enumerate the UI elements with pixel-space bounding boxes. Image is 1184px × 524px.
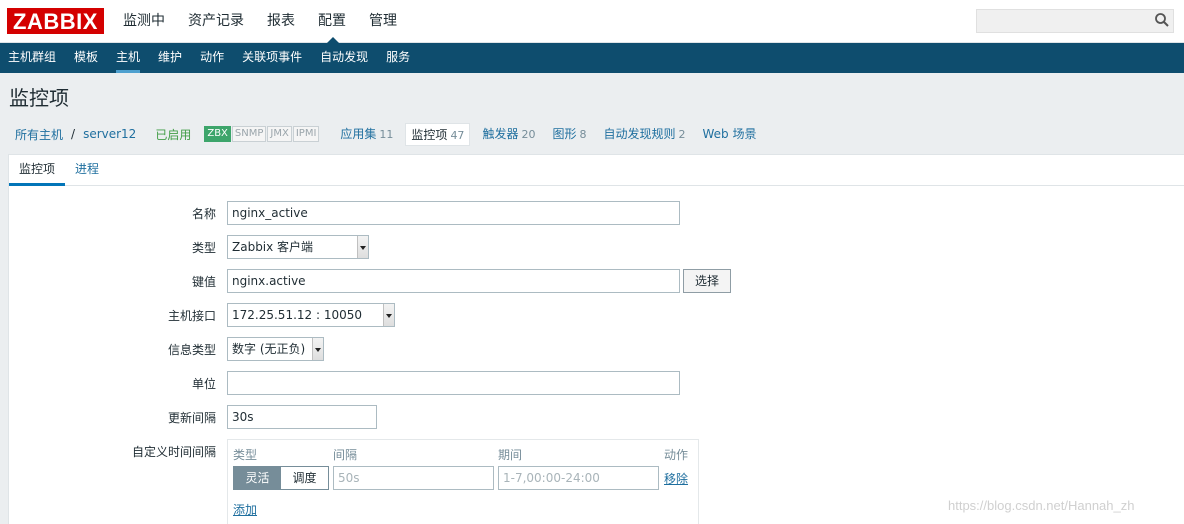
top-menu-inventory[interactable]: 资产记录 [177,0,256,43]
custom-interval-input[interactable]: 50s [333,466,494,490]
info-type-label: 信息类型 [167,343,216,357]
sub-menu-templates[interactable]: 模板 [66,43,108,73]
item-form: 监控项 进程 名称 nginx_active 类型 Zabbix 客户端 键值 … [8,154,1184,524]
col-interval-header: 间隔 [333,448,358,462]
form-tab-preprocessing[interactable]: 进程 [65,155,109,185]
row-name: 名称 nginx_active [9,201,1184,225]
row-interval: 更新间隔 30s [9,405,1184,429]
remove-link[interactable]: 移除 [664,470,688,487]
breadcrumb: 所有主机 / server12 已启用 ZBX SNMP JMX IPMI 应用… [0,119,1184,149]
top-bar: ZABBIX 监测中 资产记录 报表 配置 管理 [0,0,1184,44]
name-label: 名称 [191,207,216,221]
ipmi-badge: IPMI [292,126,320,142]
sub-menu: 主机群组 模板 主机 维护 动作 关联项事件 自动发现 服务 [0,43,1184,73]
add-link[interactable]: 添加 [233,501,257,518]
form-tab-item[interactable]: 监控项 [9,155,66,186]
search-input[interactable] [976,9,1174,33]
interval-label: 更新间隔 [167,411,216,425]
jmx-badge: JMX [267,126,292,142]
tab-graphs[interactable]: 图形 8 [547,123,591,146]
type-label: 类型 [191,241,216,255]
breadcrumb-host[interactable]: server12 [83,127,136,141]
sub-menu-hosts[interactable]: 主机 [108,43,150,73]
col-type-header: 类型 [233,448,258,462]
row-units: 单位 [9,371,1184,395]
key-input[interactable]: nginx.active [227,269,680,293]
name-input[interactable]: nginx_active [227,201,680,225]
tab-web-scenarios[interactable]: Web 场景 [697,123,761,146]
host-status[interactable]: 已启用 [155,126,191,143]
top-menu-administration[interactable]: 管理 [358,0,409,43]
tab-applications[interactable]: 应用集 11 [335,123,398,146]
snmp-badge: SNMP [231,126,267,142]
flexible-option[interactable]: 灵活 [234,467,281,489]
units-label: 单位 [191,377,216,391]
row-interface: 主机接口 172.25.51.12 : 10050 [9,303,1184,327]
top-menu: 监测中 资产记录 报表 配置 管理 [112,0,409,44]
chevron-down-icon [383,304,394,326]
units-input[interactable] [227,371,680,395]
sub-menu-actions[interactable]: 动作 [192,43,234,73]
row-info-type: 信息类型 数字 (无正负) [9,337,1184,361]
interval-type-toggle: 灵活 调度 [233,466,329,490]
select-key-button[interactable]: 选择 [683,269,731,293]
col-period-header: 期间 [498,448,523,462]
watermark: https://blog.csdn.net/Hannah_zh [948,498,1135,513]
sub-menu-services[interactable]: 服务 [378,43,420,73]
row-type: 类型 Zabbix 客户端 [9,235,1184,259]
chevron-down-icon [357,236,368,258]
sub-menu-event-correlation[interactable]: 关联项事件 [234,43,312,73]
top-menu-reports[interactable]: 报表 [256,0,307,43]
search-icon[interactable] [1154,12,1170,28]
scheduling-option[interactable]: 调度 [281,467,328,489]
custom-intervals-table: 类型 间隔 期间 动作 灵活 调度 50s 1-7,00:00-24:00 移除… [227,439,699,524]
tab-triggers[interactable]: 触发器 20 [477,123,540,146]
interface-label: 主机接口 [167,309,216,323]
form-tabs: 监控项 进程 [9,155,1184,186]
interval-input[interactable]: 30s [227,405,377,429]
info-type-select[interactable]: 数字 (无正负) [227,337,324,361]
page-title: 监控项 [9,86,69,110]
sub-menu-host-groups[interactable]: 主机群组 [0,43,66,73]
chevron-down-icon [312,338,323,360]
zabbix-logo[interactable]: ZABBIX [7,8,104,34]
breadcrumb-all-hosts[interactable]: 所有主机 [15,126,63,143]
custom-period-input[interactable]: 1-7,00:00-24:00 [498,466,659,490]
col-action-header: 动作 [664,448,689,462]
custom-intervals-label: 自定义时间间隔 [131,445,216,459]
key-label: 键值 [191,275,216,289]
interface-badges: ZBX SNMP JMX IPMI [204,126,320,142]
top-menu-monitoring[interactable]: 监测中 [112,0,177,43]
interface-select[interactable]: 172.25.51.12 : 10050 [227,303,395,327]
top-menu-configuration[interactable]: 配置 [307,0,358,44]
tab-items[interactable]: 监控项 47 [405,122,471,146]
zbx-badge: ZBX [204,126,231,142]
row-key: 键值 nginx.active 选择 [9,269,1184,293]
type-select[interactable]: Zabbix 客户端 [227,235,369,259]
sub-menu-discovery[interactable]: 自动发现 [312,43,378,73]
host-tabs: 应用集 11 监控项 47 触发器 20 图形 8 自动发现规则 2 Web 场景 [335,122,768,146]
breadcrumb-separator: / [71,127,76,141]
tab-discovery-rules[interactable]: 自动发现规则 2 [598,123,690,146]
sub-menu-maintenance[interactable]: 维护 [150,43,192,73]
